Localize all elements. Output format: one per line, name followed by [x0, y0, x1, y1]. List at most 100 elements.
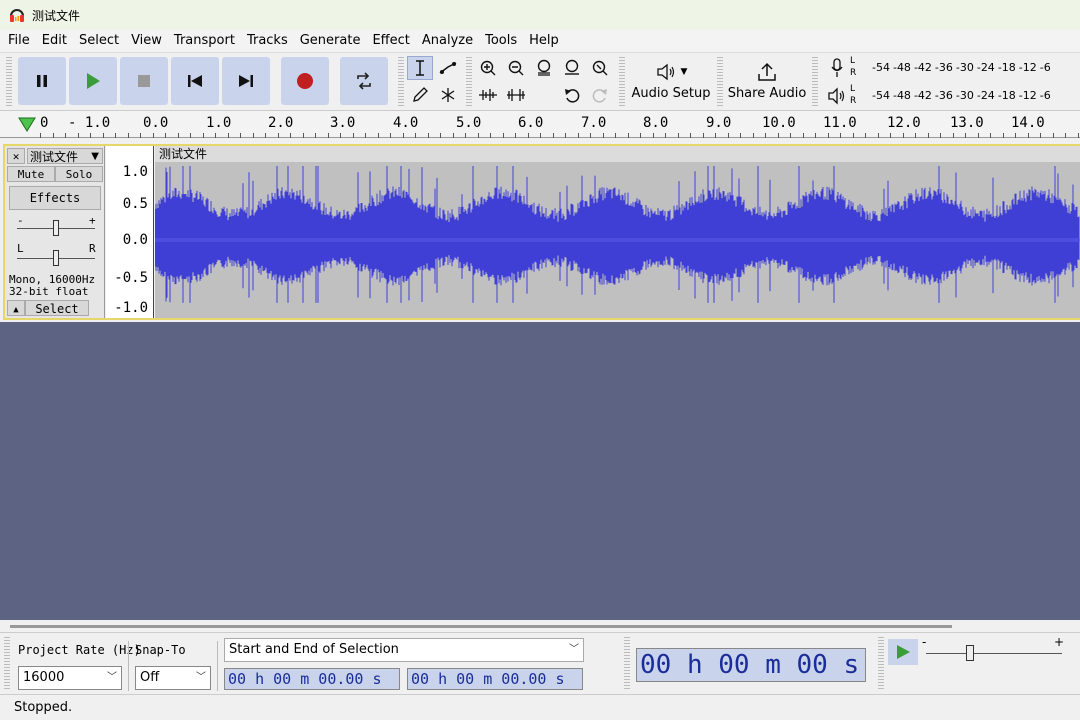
share-audio-button[interactable]: Share Audio: [727, 55, 807, 107]
menu-view[interactable]: View: [125, 30, 168, 52]
ruler-tick-mark: [652, 133, 654, 138]
record-meter[interactable]: -54 -48 -42 -36 -30 -24 -18 -12 -6: [872, 56, 1080, 78]
ruler-tick-mark: [702, 133, 704, 138]
menu-effect[interactable]: Effect: [366, 30, 415, 52]
zoom-out-button[interactable]: [503, 56, 529, 80]
undo-button[interactable]: [559, 83, 585, 107]
collapse-track-button[interactable]: ▲: [7, 300, 25, 316]
waveform-area[interactable]: 测试文件: [155, 146, 1080, 318]
toolbar-gripper[interactable]: [6, 57, 12, 107]
speed-slider-thumb[interactable]: [966, 645, 974, 661]
selection-toolbar: Project Rate (Hz) 16000 ﹀ Snap-To Off ﹀ …: [0, 632, 1080, 694]
record-button[interactable]: [281, 57, 329, 105]
project-rate-select[interactable]: 16000 ﹀: [18, 666, 122, 690]
skip-to-end-button[interactable]: [222, 57, 270, 105]
zoom-toggle-button[interactable]: [587, 56, 613, 80]
gain-slider[interactable]: [17, 220, 95, 236]
envelope-tool[interactable]: [435, 56, 461, 80]
ruler-tick-mark: [102, 133, 104, 138]
select-track-button[interactable]: Select: [25, 300, 89, 316]
menu-select[interactable]: Select: [73, 30, 125, 52]
meter-tick-label: -24: [976, 60, 995, 74]
ruler-tick-mark: [752, 133, 754, 138]
loop-button[interactable]: [340, 57, 388, 105]
menu-edit[interactable]: Edit: [36, 30, 73, 52]
ruler-tick-mark: [990, 133, 991, 138]
close-icon: ✕: [12, 150, 20, 163]
stop-button[interactable]: [120, 57, 168, 105]
gain-slider-thumb[interactable]: [53, 220, 59, 236]
track-menu-button[interactable]: 测试文件 ▼: [27, 148, 103, 164]
timeline-ruler[interactable]: 0 - 1.0 0.0 1.0 2.0 3.0 4.0 5.0 6.0 7.0 8.0 9.0 10.0…: [0, 110, 1080, 138]
selection-start-time[interactable]: 00 h 00 m 00.00 s: [224, 668, 400, 690]
audio-track[interactable]: ✕ 测试文件 ▼ Mute Solo Effects - + L R Mono,…: [3, 144, 1080, 320]
menu-generate[interactable]: Generate: [294, 30, 367, 52]
meter-tick-label: -42: [913, 88, 932, 102]
share-gripper[interactable]: [717, 57, 723, 107]
tools-gripper[interactable]: [398, 57, 404, 107]
solo-button[interactable]: Solo: [55, 166, 103, 182]
ruler-tick-mark: [1040, 133, 1041, 138]
edit-gripper[interactable]: [466, 57, 472, 107]
ruler-tick-mark: [402, 133, 404, 138]
audio-setup-gripper[interactable]: [619, 57, 625, 107]
effects-button[interactable]: Effects: [9, 186, 101, 210]
menu-analyze[interactable]: Analyze: [416, 30, 479, 52]
play-at-speed-button[interactable]: [888, 639, 918, 665]
i-beam-icon: [416, 60, 424, 76]
pan-slider-thumb[interactable]: [53, 250, 59, 266]
zoom-in-button[interactable]: [475, 56, 501, 80]
selection-mode-select[interactable]: Start and End of Selection ﹀: [224, 638, 584, 662]
playback-speed-slider[interactable]: [926, 645, 1062, 661]
zoom-fit-icon: [565, 59, 579, 75]
play-at-speed-gripper[interactable]: [878, 637, 884, 691]
pan-slider[interactable]: [17, 250, 95, 266]
playback-meter-button[interactable]: [824, 85, 850, 107]
amp-label-top: 1.0: [122, 164, 148, 180]
snap-to-select[interactable]: Off ﹀: [135, 666, 211, 690]
fit-selection-button[interactable]: [531, 56, 557, 80]
multi-tool[interactable]: [435, 83, 461, 107]
chevron-down-icon: ﹀: [196, 672, 206, 683]
audio-setup-button[interactable]: ▼ Audio Setup: [630, 55, 712, 107]
waveform[interactable]: [155, 162, 1080, 318]
ruler-tick-mark: [840, 133, 841, 138]
play-button[interactable]: [69, 57, 117, 105]
scrollbar-thumb[interactable]: [10, 625, 952, 628]
silence-button[interactable]: [503, 83, 529, 107]
playback-meter[interactable]: -54 -48 -42 -36 -30 -24 -18 -12 -6: [872, 84, 1080, 106]
skip-to-start-button[interactable]: [171, 57, 219, 105]
meter-gripper[interactable]: [812, 57, 818, 107]
ruler-tick-mark: [177, 133, 179, 138]
pause-button[interactable]: [18, 57, 66, 105]
horizontal-scrollbar[interactable]: [0, 620, 1080, 632]
selection-end-time[interactable]: 00 h 00 m 00.00 s: [407, 668, 583, 690]
draw-tool[interactable]: [407, 83, 433, 107]
speed-minus-label: -: [922, 635, 927, 649]
trim-button[interactable]: [475, 83, 501, 107]
ruler-tick-mark: [252, 133, 254, 138]
clip-title[interactable]: 测试文件: [155, 146, 1080, 162]
close-track-button[interactable]: ✕: [7, 148, 25, 164]
pin-playhead-icon[interactable]: [18, 116, 36, 132]
fit-project-button[interactable]: [559, 56, 585, 80]
redo-button[interactable]: [587, 83, 613, 107]
ruler-tick-mark: [815, 133, 816, 138]
menu-transport[interactable]: Transport: [168, 30, 241, 52]
ruler-tick-mark: [290, 133, 291, 138]
audio-position-display[interactable]: 00 h 00 m 00 s: [636, 648, 866, 682]
record-meter-button[interactable]: [824, 57, 850, 79]
skip-start-icon: [188, 75, 202, 87]
ruler-tick-mark: [977, 133, 979, 138]
menu-tracks[interactable]: Tracks: [241, 30, 294, 52]
menu-tools[interactable]: Tools: [479, 30, 523, 52]
menu-help[interactable]: Help: [523, 30, 565, 52]
ruler-tick-label: 6.0: [518, 115, 544, 131]
empty-track-area[interactable]: [0, 322, 1080, 620]
ruler-tick-mark: [877, 133, 879, 138]
selection-gripper[interactable]: [4, 637, 10, 691]
time-gripper[interactable]: [624, 637, 630, 691]
selection-tool[interactable]: [407, 56, 433, 80]
menu-file[interactable]: File: [2, 30, 36, 52]
mute-button[interactable]: Mute: [7, 166, 55, 182]
